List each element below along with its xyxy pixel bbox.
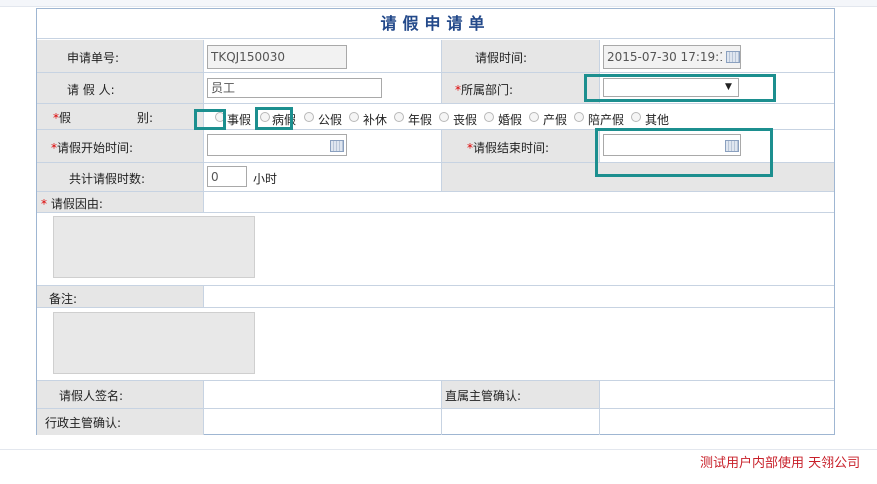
- total-hours-unit: 小时: [253, 172, 278, 186]
- grid-vline: [441, 130, 442, 191]
- leave-type-radio[interactable]: [304, 112, 314, 122]
- leave-type-radio[interactable]: [394, 112, 404, 122]
- start-time-field[interactable]: [207, 134, 347, 156]
- end-time-label: 请假结束时间:: [473, 141, 550, 155]
- calendar-icon[interactable]: [330, 140, 344, 152]
- grid-line: [37, 307, 834, 308]
- start-time-label-wrap: *请假开始时间:: [51, 139, 133, 156]
- grid-vline: [599, 381, 600, 435]
- grid-vline: [203, 381, 204, 435]
- admin-confirm-label: 行政主管确认:: [45, 416, 122, 430]
- highlight-sick-leave: [255, 107, 293, 130]
- leave-type-radio[interactable]: [484, 112, 494, 122]
- grid-vline: [441, 40, 442, 103]
- leave-type-option[interactable]: 婚假: [498, 111, 522, 128]
- supervisor-confirm-label: 直属主管确认:: [445, 389, 522, 403]
- leave-type-label-a: 假: [59, 111, 72, 125]
- leave-type-option[interactable]: 事假: [227, 111, 251, 128]
- calendar-icon[interactable]: [726, 51, 740, 63]
- grid-line: [37, 191, 834, 192]
- reason-label-wrap: * 请假因由:: [41, 195, 103, 212]
- label-bg-row2: [37, 73, 203, 103]
- leave-type-label-a-wrap: *假: [53, 109, 71, 126]
- total-hours-field[interactable]: [207, 166, 247, 187]
- end-time-label-wrap: *请假结束时间:: [467, 139, 549, 156]
- leave-type-radio[interactable]: [574, 112, 584, 122]
- footer-text: 测试用户内部使用 天翎公司: [700, 456, 861, 471]
- remarks-textarea[interactable]: [53, 312, 255, 374]
- leave-time-field[interactable]: [603, 45, 741, 69]
- leave-type-option[interactable]: 公假: [318, 111, 342, 128]
- grid-line: [37, 103, 834, 104]
- highlight-radio: [194, 109, 226, 130]
- leave-application-form: 请假申请单 申请单号: 请假时间: 请 假 人: *所属部门: ▼ *假 别:: [36, 8, 835, 435]
- highlight-end-time: [595, 128, 773, 177]
- leave-type-option[interactable]: 其他: [645, 111, 669, 128]
- grid-line: [37, 72, 834, 73]
- reason-label: 请假因由:: [50, 197, 103, 211]
- grid-line: [37, 285, 834, 286]
- leave-type-option[interactable]: 产假: [543, 111, 567, 128]
- leave-time-label: 请假时间:: [475, 51, 528, 65]
- leave-type-option[interactable]: 陪产假: [588, 111, 624, 128]
- application-number-field[interactable]: [207, 45, 347, 69]
- form-title: 请假申请单: [37, 9, 834, 39]
- applicant-label: 请 假 人:: [67, 83, 115, 97]
- grid-vline: [203, 286, 204, 307]
- highlight-department: [584, 74, 776, 102]
- grid-vline: [203, 192, 204, 212]
- leave-type-radio[interactable]: [631, 112, 641, 122]
- grid-vline: [441, 381, 442, 435]
- department-label: 所属部门:: [461, 83, 514, 97]
- leave-type-option[interactable]: 补休: [363, 111, 387, 128]
- footer-rule: [0, 449, 877, 450]
- leave-type-radio[interactable]: [349, 112, 359, 122]
- required-mark: *: [41, 197, 47, 211]
- top-rule: [0, 0, 877, 7]
- applicant-field[interactable]: [207, 78, 382, 98]
- grid-line: [37, 408, 834, 409]
- total-hours-label: 共计请假时数:: [69, 172, 146, 186]
- signature-label: 请假人签名:: [59, 389, 124, 403]
- application-number-label: 申请单号:: [67, 51, 120, 65]
- leave-type-radio[interactable]: [529, 112, 539, 122]
- start-time-label: 请假开始时间:: [57, 141, 134, 155]
- grid-line: [37, 380, 834, 381]
- label-bg-row1: [37, 40, 203, 72]
- department-label-wrap: *所属部门:: [455, 81, 513, 98]
- leave-type-option[interactable]: 丧假: [453, 111, 477, 128]
- leave-type-radio[interactable]: [439, 112, 449, 122]
- remarks-label: 备注:: [49, 292, 78, 306]
- reason-textarea[interactable]: [53, 216, 255, 278]
- leave-type-option[interactable]: 年假: [408, 111, 432, 128]
- grid-line: [37, 212, 834, 213]
- leave-type-label-b: 别:: [137, 111, 154, 125]
